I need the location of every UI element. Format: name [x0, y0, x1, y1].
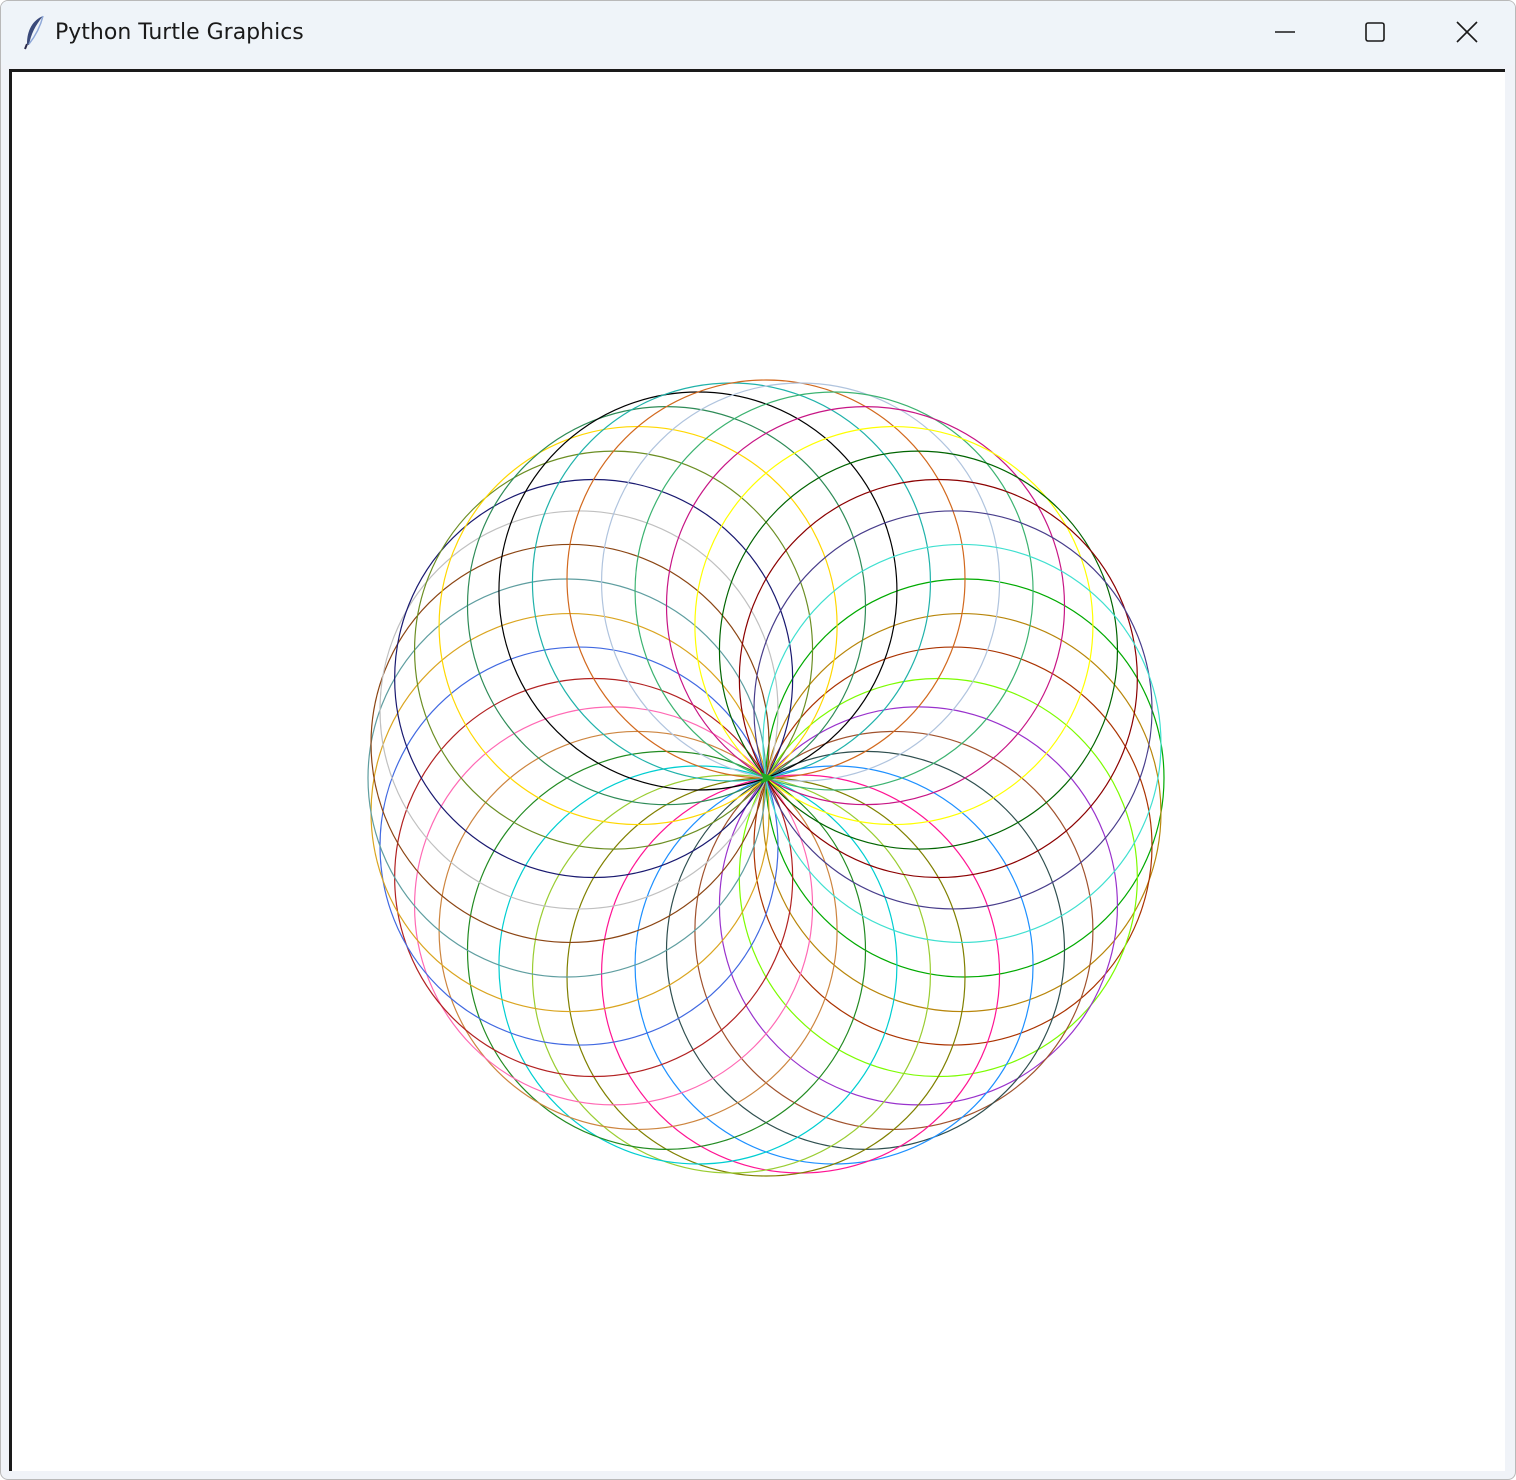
close-button[interactable] — [1421, 1, 1513, 63]
spirograph-drawing — [367, 379, 1165, 1177]
window-title: Python Turtle Graphics — [55, 20, 304, 45]
minimize-icon — [1275, 31, 1295, 33]
feather-icon — [24, 15, 44, 50]
close-icon — [1456, 21, 1478, 43]
turtle-window: Python Turtle Graphics — [0, 0, 1516, 1480]
turtle-canvas[interactable] — [9, 69, 1505, 1471]
minimize-button[interactable] — [1239, 1, 1331, 63]
title-bar[interactable]: Python Turtle Graphics — [1, 1, 1515, 65]
maximize-icon — [1365, 22, 1385, 42]
maximize-button[interactable] — [1329, 1, 1421, 63]
